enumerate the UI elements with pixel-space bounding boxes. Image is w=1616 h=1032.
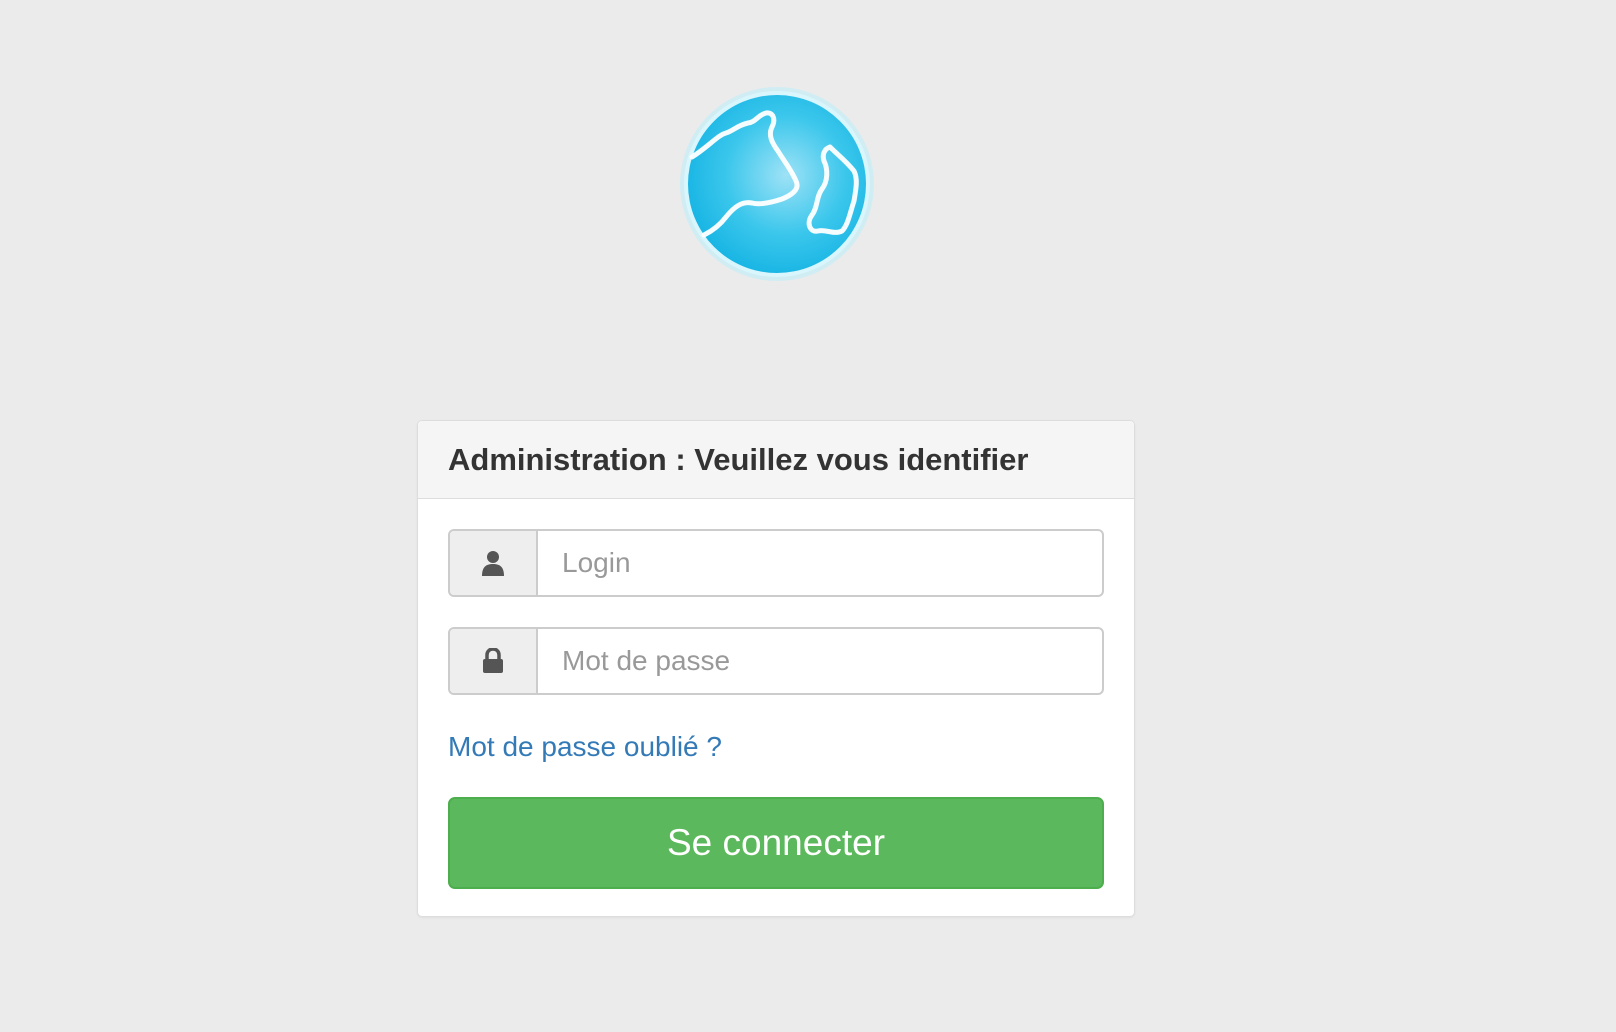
password-input-group (448, 627, 1104, 695)
panel-title: Administration : Veuillez vous identifie… (448, 441, 1029, 477)
lock-icon (450, 629, 538, 693)
login-input[interactable] (538, 531, 1102, 595)
login-button[interactable]: Se connecter (448, 797, 1104, 889)
forgot-password-link[interactable]: Mot de passe oublié ? (448, 731, 722, 763)
user-icon (450, 531, 538, 595)
globe-logo-icon (678, 85, 876, 283)
login-page: Administration : Veuillez vous identifie… (0, 0, 1616, 1032)
login-form: Mot de passe oublié ? Se connecter (418, 499, 1134, 889)
login-panel: Administration : Veuillez vous identifie… (417, 420, 1135, 917)
password-input[interactable] (538, 629, 1102, 693)
panel-heading: Administration : Veuillez vous identifie… (418, 421, 1134, 499)
login-input-group (448, 529, 1104, 597)
